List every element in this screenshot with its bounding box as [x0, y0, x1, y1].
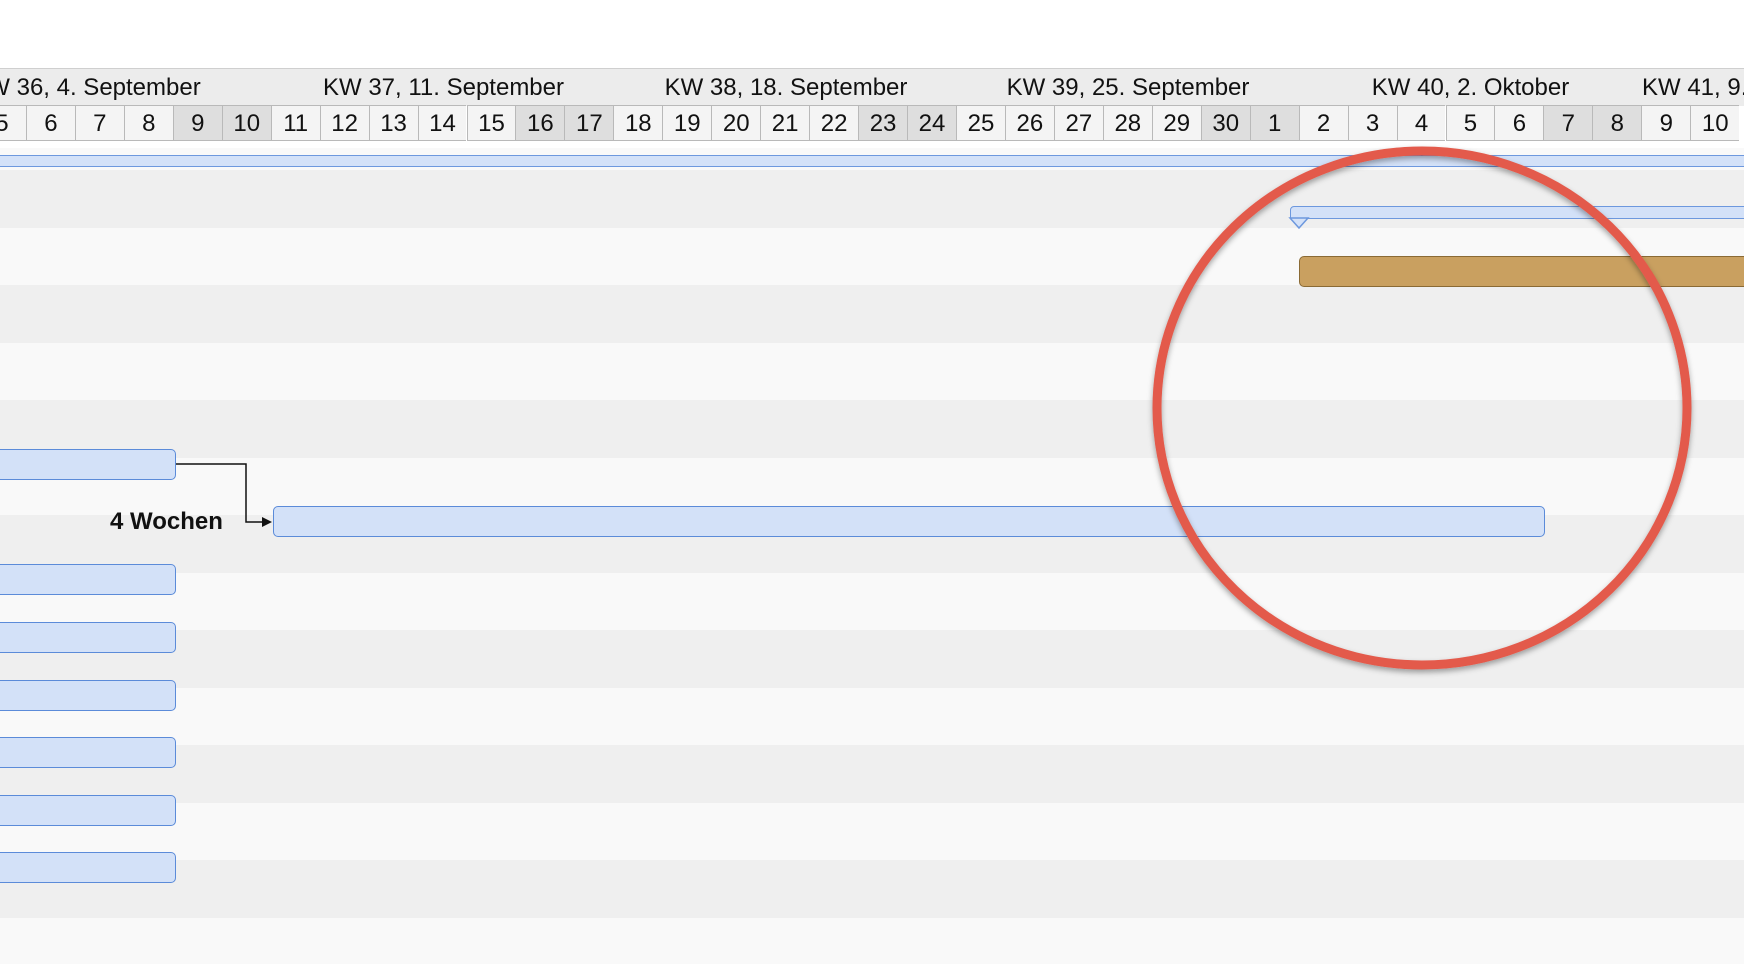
day-header[interactable]: 4	[1396, 105, 1446, 141]
day-header[interactable]: 22	[809, 105, 859, 141]
day-header[interactable]: 24	[907, 105, 956, 141]
day-header[interactable]: 15	[466, 105, 516, 141]
day-header[interactable]: 18	[613, 105, 663, 141]
gantt-chart[interactable]: KW 36, 4. SeptemberKW 37, 11. SeptemberK…	[0, 0, 1744, 964]
day-header[interactable]: 5	[1445, 105, 1495, 141]
day-header[interactable]: 27	[1053, 105, 1103, 141]
day-header[interactable]: 17	[564, 105, 614, 141]
day-header[interactable]: 7	[74, 105, 124, 141]
day-header[interactable]: 2	[1298, 105, 1348, 141]
day-header[interactable]: 25	[956, 105, 1005, 141]
task-bar[interactable]	[0, 622, 176, 653]
row-stripe	[0, 342, 1744, 400]
day-header[interactable]: 1	[1249, 105, 1299, 141]
dependent-task-bar[interactable]	[273, 506, 1545, 537]
day-header[interactable]: 26	[1004, 105, 1054, 141]
week-header: KW 38, 18. September	[615, 68, 957, 106]
day-header[interactable]: 3	[1347, 105, 1397, 141]
task-bar-gold[interactable]	[1299, 256, 1744, 287]
row-stripe	[0, 917, 1744, 964]
project-summary-bar[interactable]	[0, 155, 1744, 167]
day-header[interactable]: 8	[1592, 105, 1642, 141]
day-header[interactable]: 14	[417, 105, 467, 141]
day-header[interactable]: 5	[0, 105, 26, 141]
row-stripe	[0, 802, 1744, 860]
dependency-duration-label: 4 Wochen	[110, 508, 223, 535]
day-header[interactable]: 12	[319, 105, 369, 141]
task-bar[interactable]	[0, 852, 176, 883]
row-stripe	[0, 630, 1744, 688]
task-bar[interactable]	[0, 449, 176, 480]
day-header[interactable]: 10	[1690, 105, 1740, 141]
week-header: KW 36, 4. September	[0, 68, 272, 106]
day-header[interactable]: 11	[270, 105, 320, 141]
day-header[interactable]: 10	[221, 105, 271, 141]
day-header[interactable]: 28	[1102, 105, 1152, 141]
task-bar[interactable]	[0, 680, 176, 711]
task-bar[interactable]	[0, 795, 176, 826]
row-stripe	[0, 400, 1744, 458]
week-header: KW 39, 25. September	[957, 68, 1299, 106]
day-header[interactable]: 19	[662, 105, 712, 141]
day-header[interactable]: 16	[515, 105, 565, 141]
day-header[interactable]: 21	[760, 105, 810, 141]
week-header: KW 41, 9. Oktober	[1642, 68, 1744, 106]
day-header[interactable]: 29	[1151, 105, 1201, 141]
row-stripe	[0, 285, 1744, 343]
task-bar[interactable]	[0, 737, 176, 768]
task-bar[interactable]	[0, 564, 176, 595]
row-stripe	[0, 687, 1744, 745]
day-header[interactable]: 7	[1543, 105, 1593, 141]
week-header: KW 37, 11. September	[272, 68, 615, 106]
day-header[interactable]: 8	[123, 105, 173, 141]
row-stripe	[0, 860, 1744, 918]
day-header[interactable]: 23	[858, 105, 908, 141]
day-header[interactable]: 9	[172, 105, 222, 141]
day-header[interactable]: 9	[1641, 105, 1691, 141]
day-header[interactable]: 13	[368, 105, 418, 141]
day-header[interactable]: 6	[25, 105, 75, 141]
day-header[interactable]: 20	[711, 105, 761, 141]
day-header[interactable]: 30	[1200, 105, 1250, 141]
week-header: KW 40, 2. Oktober	[1299, 68, 1642, 106]
row-stripe	[0, 572, 1744, 630]
group-summary-bar[interactable]	[1290, 206, 1744, 219]
day-header[interactable]: 6	[1494, 105, 1544, 141]
row-stripe	[0, 745, 1744, 803]
